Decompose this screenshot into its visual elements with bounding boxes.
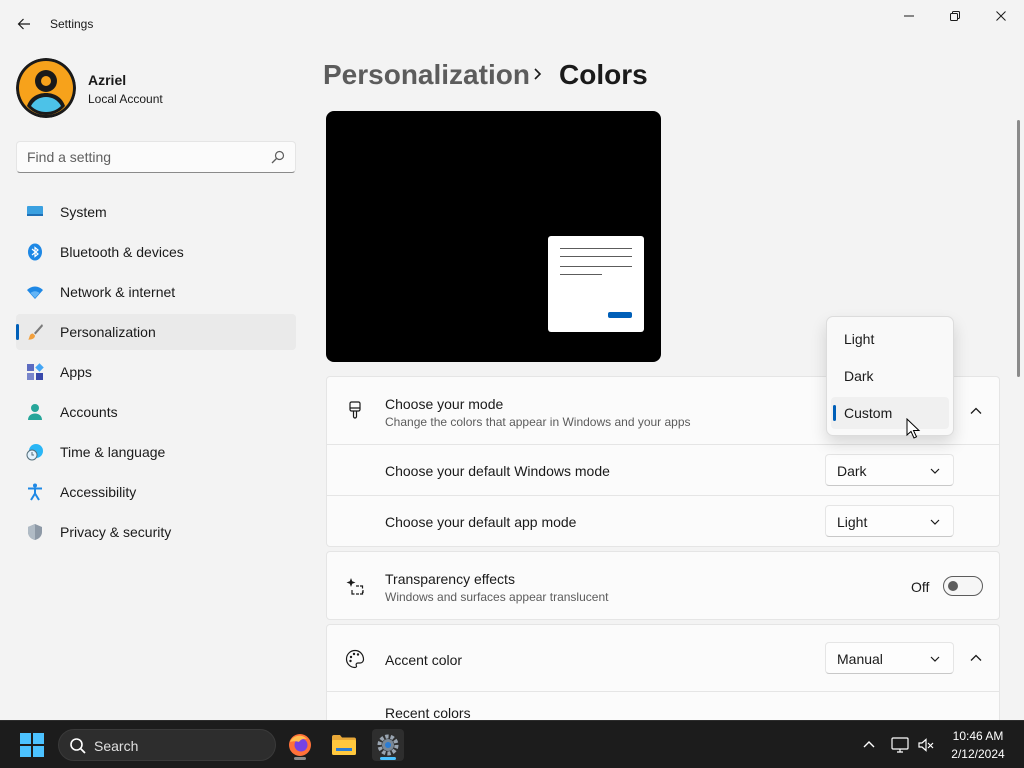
search-icon[interactable] [271,150,285,164]
chevron-down-icon [930,656,940,662]
folder-icon [332,735,356,755]
chevron-down-icon [930,468,940,474]
taskbar-app-settings[interactable] [372,729,404,761]
theme-preview [326,111,661,362]
minimize-icon [904,15,914,17]
taskbar-clock-time[interactable]: 10:46 AM [940,729,1016,743]
taskbar-app-firefox[interactable] [284,729,316,761]
app-mode-dropdown[interactable]: Light [825,505,954,537]
settings-search-box[interactable] [16,141,296,173]
windows-mode-dropdown[interactable]: Dark [825,454,954,486]
menu-item-light[interactable]: Light [831,323,949,355]
title-bar: Settings [0,0,1024,48]
paintbrush-icon [349,401,361,419]
avatar[interactable] [16,58,76,118]
gear-icon [377,734,399,756]
taskbar: Search 10:46 AM 2/12/2024 [0,720,1024,768]
breadcrumb-parent[interactable]: Personalization [323,59,530,91]
accent-dropdown[interactable]: Manual [825,642,954,674]
accessibility-icon [28,483,42,501]
palette-icon [345,649,365,669]
sidebar-item-accounts[interactable]: Accounts [16,394,296,430]
search-input[interactable] [27,148,257,166]
sidebar-item-network[interactable]: Network & internet [16,274,296,310]
close-icon [996,11,1006,21]
sidebar-item-time-language[interactable]: Time & language [16,434,296,470]
sidebar-item-system[interactable]: System [16,194,296,230]
chevron-up-icon[interactable] [968,403,984,419]
close-button[interactable] [978,4,1024,28]
mode-title: Choose your mode [385,396,504,412]
search-icon [70,738,86,754]
accent-title: Accent color [385,652,463,668]
apps-icon [27,363,44,380]
transparency-state-label: Off [911,579,930,595]
arrow-left-icon [17,18,30,30]
network-icon[interactable] [891,736,909,754]
sidebar-item-apps[interactable]: Apps [16,354,296,390]
sidebar-item-bluetooth[interactable]: Bluetooth & devices [16,234,296,270]
sidebar-nav: System Bluetooth & devices Network & int… [16,194,296,554]
wifi-icon [27,286,43,299]
preview-window [548,236,644,332]
page-title: Colors [559,59,648,90]
back-button[interactable] [12,12,36,36]
windows-start-icon[interactable] [20,733,44,757]
mode-dropdown-menu: Light Dark Custom [826,316,954,436]
chevron-down-icon [930,519,940,525]
user-avatar-icon [16,58,76,118]
restore-icon [950,11,960,21]
taskbar-search[interactable]: Search [58,729,276,761]
app-title: Settings [50,17,94,31]
firefox-icon [289,734,311,756]
mode-description: Change the colors that appear in Windows… [385,415,691,429]
chevron-right-icon [534,68,542,80]
paintbrush-icon [28,324,43,340]
windows-mode-label: Choose your default Windows mode [385,463,610,479]
restore-button[interactable] [932,4,978,28]
sparkle-icon [346,578,364,595]
bluetooth-icon [28,243,42,261]
scrollbar-thumb[interactable] [1017,120,1020,377]
system-icon [27,206,43,216]
transparency-toggle[interactable] [943,576,983,596]
sidebar-item-privacy[interactable]: Privacy & security [16,514,296,550]
accent-card: Accent color Manual Recent colors [326,624,1000,734]
sidebar-item-accessibility[interactable]: Accessibility [16,474,296,510]
recent-colors-label: Recent colors [385,705,471,721]
person-icon [28,404,42,420]
globe-clock-icon [26,444,43,461]
transparency-card: Transparency effects Windows and surface… [326,551,1000,620]
shield-icon [28,524,42,540]
menu-item-custom[interactable]: Custom [831,397,949,429]
minimize-button[interactable] [886,4,932,28]
account-type: Local Account [88,92,163,106]
menu-item-dark[interactable]: Dark [831,360,949,392]
transparency-title: Transparency effects [385,571,515,587]
volume-muted-icon[interactable] [917,736,935,754]
app-mode-label: Choose your default app mode [385,514,577,530]
transparency-description: Windows and surfaces appear translucent [385,590,609,604]
user-name: Azriel [88,72,127,88]
chevron-up-icon[interactable] [968,650,984,666]
taskbar-clock-date[interactable]: 2/12/2024 [940,747,1016,761]
taskbar-app-file-explorer[interactable] [328,729,360,761]
chevron-up-icon[interactable] [860,736,878,754]
mouse-cursor-icon [906,418,921,439]
sidebar-item-personalization[interactable]: Personalization [16,314,296,350]
